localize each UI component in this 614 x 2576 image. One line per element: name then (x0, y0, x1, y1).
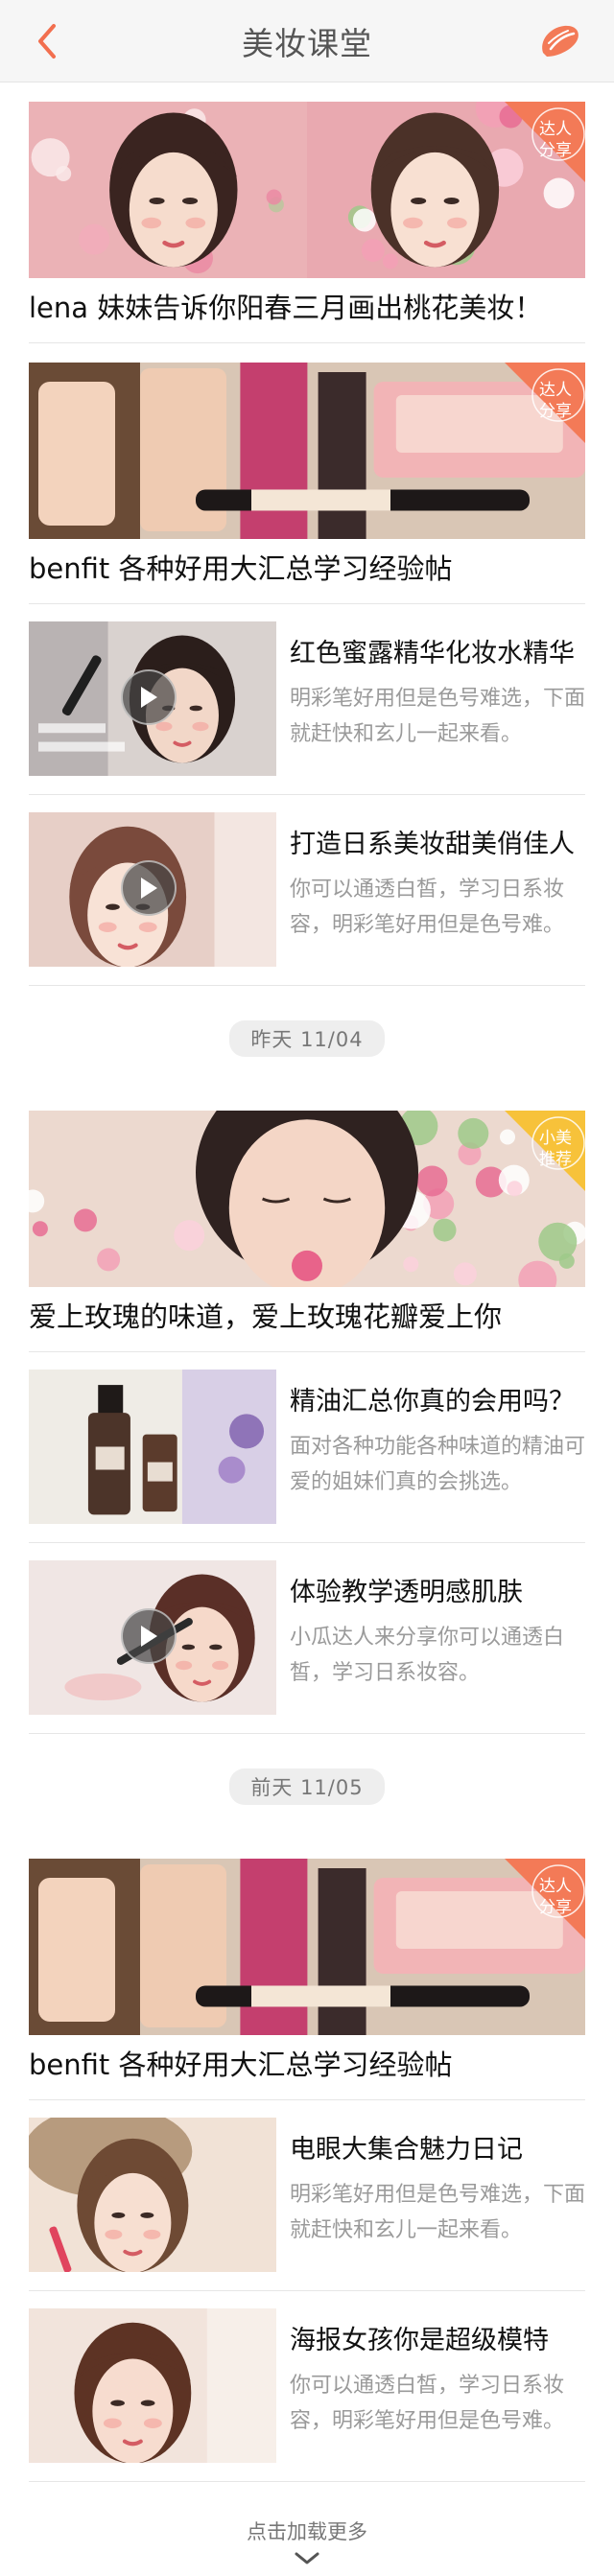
feature-card[interactable]: 达人分享 lena 妹妹告诉你阳春三月画出桃花美妆！ (29, 82, 585, 343)
load-more-button[interactable]: 点击加载更多 (0, 2482, 614, 2566)
article-list-item[interactable]: 体验教学透明感肌肤 小瓜达人来分享你可以通透白皙，学习日系妆容。 (29, 1543, 585, 1734)
article-description: 明彩笔好用但是色号难选，下面就赶快和玄儿一起来看。 (290, 687, 586, 746)
category-badge: 达人分享 (505, 1859, 585, 1939)
feature-image: 小美推荐 (29, 1111, 585, 1287)
lipstick-icon (542, 25, 579, 58)
play-icon[interactable] (121, 1608, 177, 1664)
article-description: 你可以通透白皙，学习日系妆容，明彩笔好用但是色号难。 (290, 878, 565, 937)
category-badge: 小美推荐 (505, 1111, 585, 1191)
article-description: 小瓜达人来分享你可以通透白皙，学习日系妆容。 (290, 1626, 565, 1685)
article-title: 海报女孩你是超级模特 (290, 2326, 549, 2355)
play-icon[interactable] (121, 669, 177, 725)
feature-card[interactable]: 达人分享 benfit 各种好用大汇总学习经验帖 (29, 343, 585, 604)
feature-card[interactable]: 小美推荐 爱上玫瑰的味道，爱上玫瑰花瓣爱上你 (29, 1091, 585, 1352)
article-thumbnail (29, 2118, 276, 2272)
article-title: 红色蜜露精华化妆水精华 (290, 639, 575, 668)
load-more-label: 点击加载更多 (247, 2520, 367, 2543)
article-thumbnail (29, 621, 276, 776)
article-text: 精油汇总你真的会用吗？ 面对各种功能各种味道的精油可爱的姐妹们真的会挑选。 (290, 1370, 585, 1524)
article-text: 红色蜜露精华化妆水精华 明彩笔好用但是色号难选，下面就赶快和玄儿一起来看。 (290, 621, 585, 776)
feature-caption: benfit 各种好用大汇总学习经验帖 (29, 2035, 585, 2100)
article-list-item[interactable]: 海报女孩你是超级模特 你可以通透白皙，学习日系妆容，明彩笔好用但是色号难。 (29, 2291, 585, 2482)
date-label: 前天 11/05 (229, 1768, 385, 1805)
article-list-item[interactable]: 红色蜜露精华化妆水精华 明彩笔好用但是色号难选，下面就赶快和玄儿一起来看。 (29, 604, 585, 795)
date-divider: 前天 11/05 (29, 1734, 585, 1839)
feature-image: 达人分享 (29, 1859, 585, 2035)
chevron-down-icon (295, 2552, 319, 2564)
feature-caption: lena 妹妹告诉你阳春三月画出桃花美妆！ (29, 278, 585, 343)
date-divider: 昨天 11/04 (29, 986, 585, 1091)
date-label: 昨天 11/04 (229, 1020, 385, 1057)
article-text: 电眼大集合魅力日记 明彩笔好用但是色号难选，下面就赶快和玄儿一起来看。 (290, 2118, 585, 2272)
makeup-menu-button[interactable] (533, 17, 585, 65)
feature-image: 达人分享 (29, 102, 585, 278)
article-title: 精油汇总你真的会用吗？ (290, 1387, 575, 1417)
article-list-item[interactable]: 精油汇总你真的会用吗？ 面对各种功能各种味道的精油可爱的姐妹们真的会挑选。 (29, 1352, 585, 1543)
badge-label: 达人分享 (539, 381, 572, 421)
article-thumbnail (29, 1370, 276, 1524)
back-arrow-icon (38, 24, 56, 59)
badge-label: 小美推荐 (539, 1129, 572, 1169)
article-text: 体验教学透明感肌肤 小瓜达人来分享你可以通透白皙，学习日系妆容。 (290, 1560, 585, 1715)
article-title: 打造日系美妆甜美俏佳人 (290, 830, 575, 859)
article-text: 海报女孩你是超级模特 你可以通透白皙，学习日系妆容，明彩笔好用但是色号难。 (290, 2308, 585, 2463)
play-icon[interactable] (121, 860, 177, 916)
feature-caption: benfit 各种好用大汇总学习经验帖 (29, 539, 585, 604)
article-text: 打造日系美妆甜美俏佳人 你可以通透白皙，学习日系妆容，明彩笔好用但是色号难。 (290, 812, 585, 967)
article-thumbnail (29, 1560, 276, 1715)
article-description: 你可以通透白皙，学习日系妆容，明彩笔好用但是色号难。 (290, 2374, 565, 2433)
article-thumbnail (29, 812, 276, 967)
category-badge: 达人分享 (505, 102, 585, 182)
article-list-item[interactable]: 打造日系美妆甜美俏佳人 你可以通透白皙，学习日系妆容，明彩笔好用但是色号难。 (29, 795, 585, 986)
article-description: 面对各种功能各种味道的精油可爱的姐妹们真的会挑选。 (290, 1435, 586, 1494)
article-description: 明彩笔好用但是色号难选，下面就赶快和玄儿一起来看。 (290, 2183, 586, 2242)
article-title: 电眼大集合魅力日记 (290, 2135, 523, 2165)
badge-label: 达人分享 (539, 120, 572, 160)
article-feed: 达人分享 lena 妹妹告诉你阳春三月画出桃花美妆！ 达人分享 benfit 各… (0, 82, 614, 2482)
article-list-item[interactable]: 电眼大集合魅力日记 明彩笔好用但是色号难选，下面就赶快和玄儿一起来看。 (29, 2100, 585, 2291)
back-button[interactable] (25, 19, 69, 63)
article-title: 体验教学透明感肌肤 (290, 1578, 523, 1607)
category-badge: 达人分享 (505, 363, 585, 443)
page-title: 美妆课堂 (242, 24, 372, 62)
badge-label: 达人分享 (539, 1877, 572, 1917)
feature-card[interactable]: 达人分享 benfit 各种好用大汇总学习经验帖 (29, 1839, 585, 2100)
feature-image: 达人分享 (29, 363, 585, 539)
app-header: 美妆课堂 (0, 0, 614, 82)
article-thumbnail (29, 2308, 276, 2463)
feature-caption: 爱上玫瑰的味道，爱上玫瑰花瓣爱上你 (29, 1287, 585, 1352)
